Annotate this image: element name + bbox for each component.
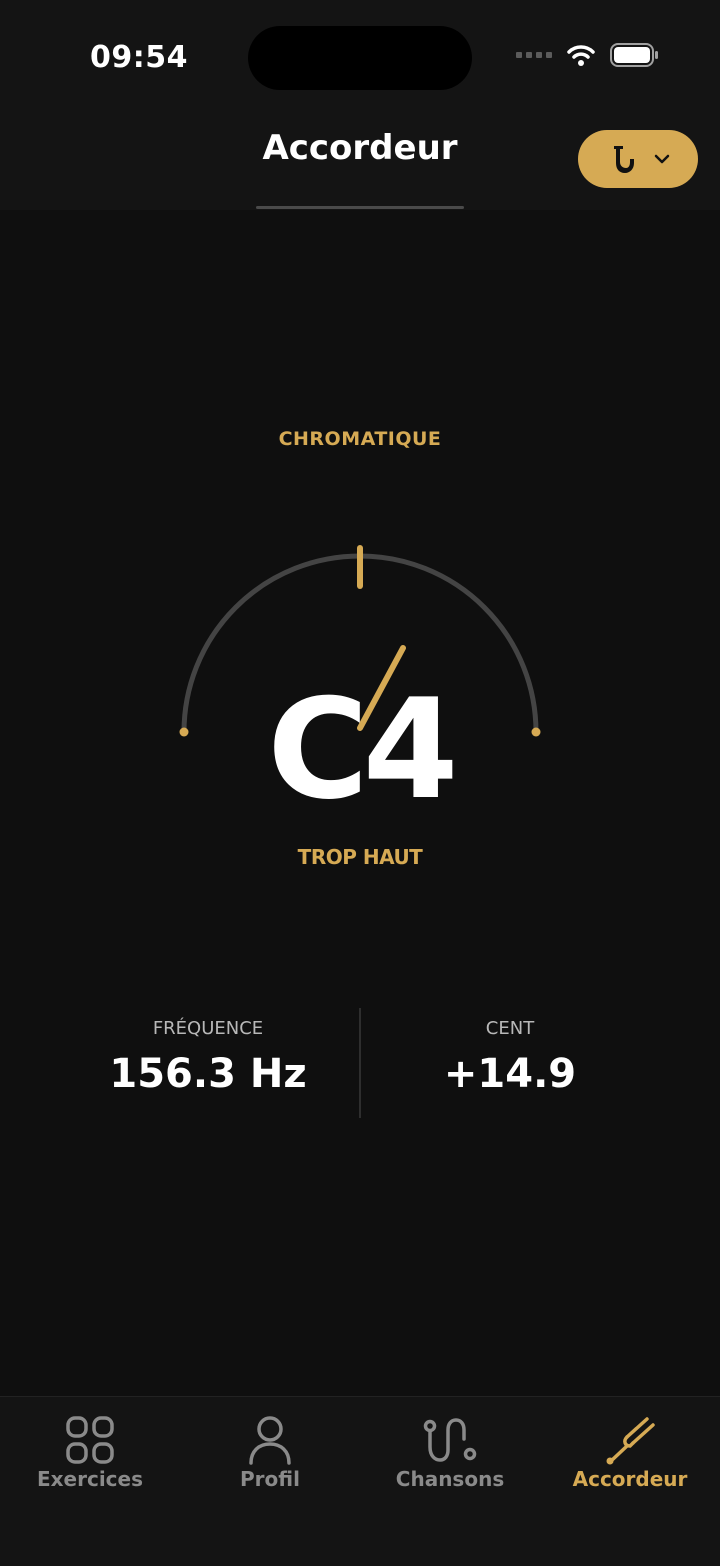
- grid-icon: [66, 1416, 114, 1464]
- cent-value: +14.9: [443, 1051, 577, 1097]
- instrument-selector-button[interactable]: [578, 130, 698, 188]
- tuning-status: TROP HAUT: [297, 845, 423, 869]
- battery-icon: [610, 43, 658, 67]
- status-time: 09:54: [90, 40, 188, 75]
- saxophone-icon: [614, 146, 634, 173]
- header: Accordeur: [0, 110, 720, 210]
- tuning-fork-icon: [606, 1417, 655, 1465]
- tab-bar: Exercices Profil Chansons Accordeur: [0, 1396, 720, 1566]
- status-icons: [516, 42, 660, 68]
- detected-note: C4: [267, 669, 458, 830]
- frequency-readout: FRÉQUENCE 156.3 Hz: [58, 1008, 358, 1097]
- cent-readout: CENT +14.9: [360, 1008, 660, 1097]
- status-bar: 09:54: [0, 0, 720, 110]
- tab-accordeur[interactable]: Accordeur: [540, 1397, 720, 1517]
- readouts: FRÉQUENCE 156.3 Hz CENT +14.9: [0, 1008, 720, 1118]
- wifi-icon: [567, 45, 595, 66]
- cent-label: CENT: [485, 1018, 535, 1039]
- title-underline: [256, 206, 464, 209]
- tab-label-accordeur: Accordeur: [572, 1467, 688, 1491]
- chevron-down-icon: [654, 154, 670, 164]
- dynamic-island: [248, 26, 472, 90]
- tab-profil[interactable]: Profil: [180, 1397, 360, 1517]
- user-icon: [249, 1416, 291, 1465]
- tab-label-profil: Profil: [240, 1467, 300, 1491]
- tab-label-chansons: Chansons: [395, 1467, 505, 1491]
- tab-exercices[interactable]: Exercices: [0, 1397, 180, 1517]
- tab-chansons[interactable]: Chansons: [360, 1397, 540, 1517]
- frequency-value: 156.3 Hz: [109, 1051, 307, 1097]
- route-icon: [423, 1418, 477, 1462]
- tuner-mode-label[interactable]: CHROMATIQUE: [0, 428, 720, 450]
- frequency-label: FRÉQUENCE: [152, 1018, 264, 1039]
- tab-label-exercices: Exercices: [36, 1467, 144, 1491]
- cellular-signal-icon: [516, 52, 552, 58]
